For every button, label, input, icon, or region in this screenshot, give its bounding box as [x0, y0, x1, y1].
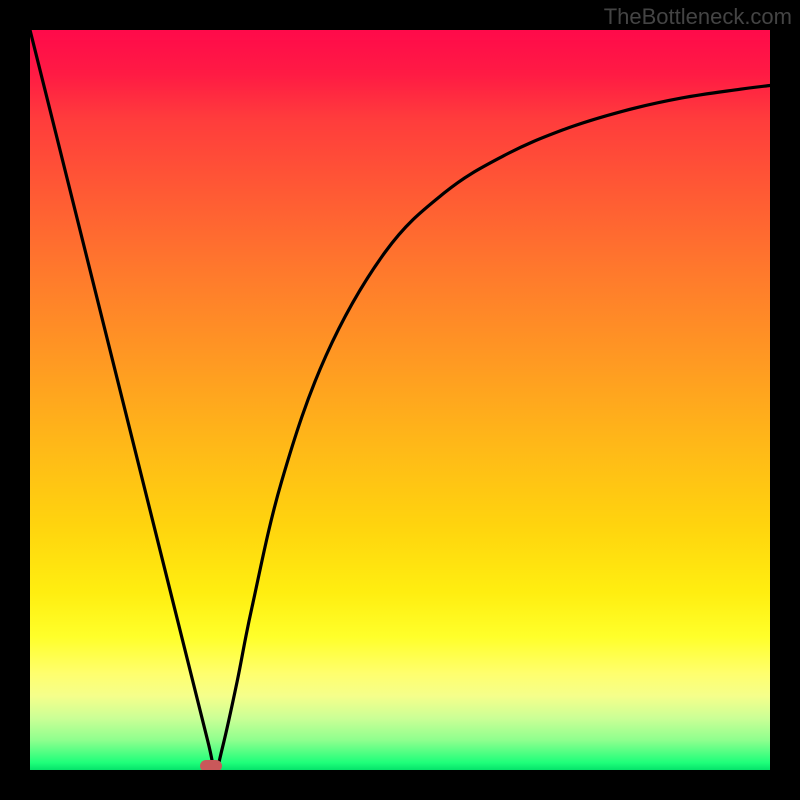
bottleneck-curve: [30, 30, 770, 770]
plot-area: [30, 30, 770, 770]
watermark-text: TheBottleneck.com: [604, 4, 792, 30]
optimum-marker: [200, 760, 222, 770]
chart-frame: TheBottleneck.com: [0, 0, 800, 800]
curve-layer: [30, 30, 770, 770]
